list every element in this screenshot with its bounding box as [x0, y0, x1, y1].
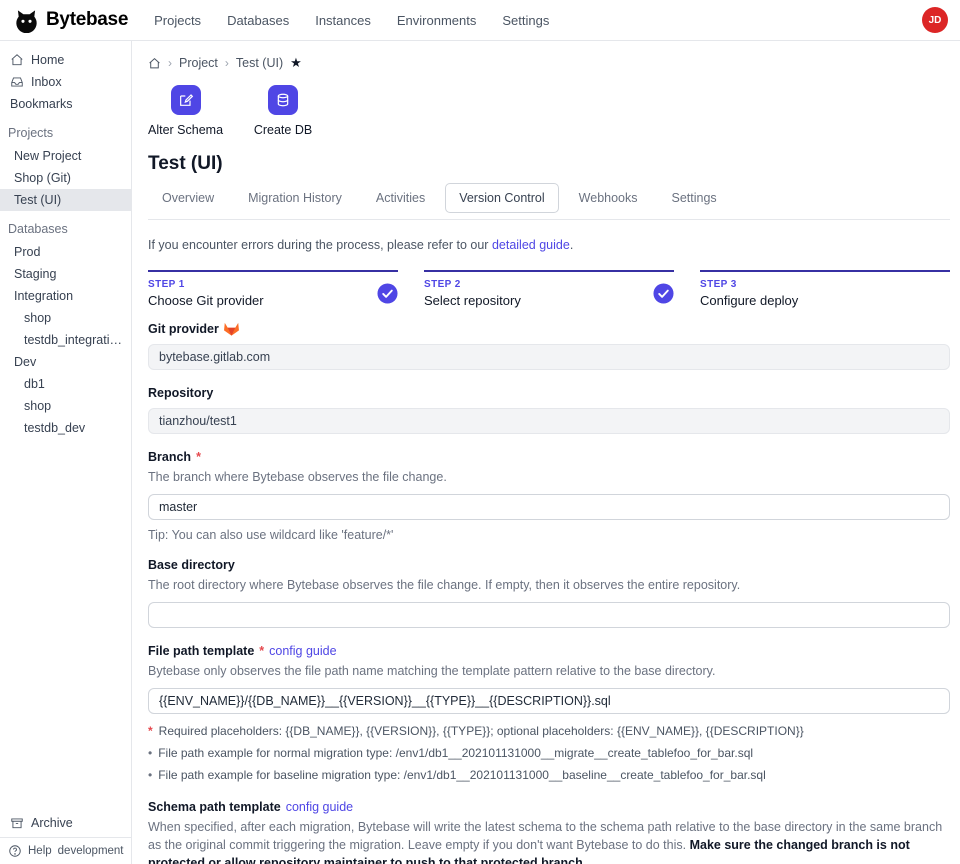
- repository-field: Repository: [148, 386, 950, 434]
- schema-path-template-field: Schema path template config guide When s…: [148, 800, 950, 864]
- branch-input[interactable]: [148, 494, 950, 520]
- required-mark: *: [259, 644, 264, 658]
- sidebar-item-shop-git[interactable]: Shop (Git): [0, 167, 131, 189]
- detailed-guide-link[interactable]: detailed guide: [492, 238, 570, 252]
- sidebar-db-testdb-integration[interactable]: testdb_integration: [0, 329, 131, 351]
- base-directory-label: Base directory: [148, 558, 235, 572]
- base-directory-field: Base directory The root directory where …: [148, 558, 950, 628]
- gitlab-icon: [224, 322, 239, 336]
- sidebar-spacer: [0, 439, 131, 809]
- tab-webhooks[interactable]: Webhooks: [565, 183, 652, 213]
- git-provider-label: Git provider: [148, 322, 950, 336]
- tab-settings[interactable]: Settings: [658, 183, 731, 213]
- sidebar-section-projects[interactable]: Projects: [0, 121, 131, 145]
- nav-settings[interactable]: Settings: [502, 13, 549, 28]
- repository-input: [148, 408, 950, 434]
- nav-instances[interactable]: Instances: [315, 13, 371, 28]
- main-content: › Project › Test (UI) ★ Alter Schema Cre…: [132, 41, 960, 864]
- required-mark: *: [196, 450, 201, 464]
- user-avatar[interactable]: JD: [922, 7, 948, 33]
- schema-path-template-label: Schema path template: [148, 800, 281, 814]
- help-icon: [8, 844, 22, 858]
- sidebar-env-staging[interactable]: Staging: [0, 263, 131, 285]
- branch-tip: Tip: You can also use wildcard like 'fea…: [148, 528, 950, 542]
- breadcrumb-project-link[interactable]: Project: [179, 56, 218, 70]
- sidebar-item-new-project[interactable]: New Project: [0, 145, 131, 167]
- sidebar-item-archive[interactable]: Archive: [0, 809, 131, 837]
- tab-migration-history[interactable]: Migration History: [234, 183, 356, 213]
- step-2-complete-icon: [653, 283, 674, 304]
- nav-environments[interactable]: Environments: [397, 13, 476, 28]
- note-file-path-example-baseline: • File path example for baseline migrati…: [148, 767, 950, 784]
- sidebar-db-shop-integration[interactable]: shop: [0, 307, 131, 329]
- breadcrumb-current[interactable]: Test (UI): [236, 56, 283, 70]
- inbox-icon: [10, 75, 24, 89]
- intro-text: If you encounter errors during the proce…: [148, 238, 950, 252]
- sidebar-db-shop-dev[interactable]: shop: [0, 395, 131, 417]
- brand-name: Bytebase: [46, 9, 128, 31]
- step-1: STEP 1 Choose Git provider: [148, 270, 398, 308]
- base-directory-desc: The root directory where Bytebase observ…: [148, 576, 950, 594]
- tab-overview[interactable]: Overview: [148, 183, 228, 213]
- quick-actions: Alter Schema Create DB: [148, 85, 950, 137]
- top-nav-links: Projects Databases Instances Environment…: [154, 13, 549, 28]
- base-directory-input[interactable]: [148, 602, 950, 628]
- sidebar-item-inbox[interactable]: Inbox: [0, 71, 131, 93]
- file-path-template-label: File path template: [148, 644, 254, 658]
- sidebar-item-bookmarks[interactable]: Bookmarks: [0, 93, 131, 115]
- bytebase-logo[interactable]: Bytebase: [14, 8, 128, 33]
- breadcrumb-home-icon[interactable]: [148, 57, 161, 70]
- top-navbar: Bytebase Projects Databases Instances En…: [0, 0, 960, 41]
- breadcrumb-separator: ›: [225, 56, 229, 70]
- sidebar-env-dev[interactable]: Dev: [0, 351, 131, 373]
- branch-desc: The branch where Bytebase observes the f…: [148, 468, 950, 486]
- file-path-config-guide-link[interactable]: config guide: [269, 644, 336, 658]
- file-path-template-desc: Bytebase only observes the file path nam…: [148, 662, 950, 680]
- git-provider-field: Git provider: [148, 322, 950, 370]
- home-icon: [10, 53, 24, 67]
- sidebar-section-databases[interactable]: Databases: [0, 217, 131, 241]
- note-file-path-example-normal: • File path example for normal migration…: [148, 745, 950, 762]
- tab-activities[interactable]: Activities: [362, 183, 439, 213]
- sidebar-item-home[interactable]: Home: [0, 49, 131, 71]
- sidebar-db-db1[interactable]: db1: [0, 373, 131, 395]
- step-1-complete-icon: [377, 283, 398, 304]
- sidebar-item-test-ui[interactable]: Test (UI): [0, 189, 131, 211]
- schema-path-config-guide-link[interactable]: config guide: [286, 800, 353, 814]
- sidebar-env-prod[interactable]: Prod: [0, 241, 131, 263]
- tab-version-control[interactable]: Version Control: [445, 183, 558, 213]
- bytebase-logo-icon: [14, 8, 39, 33]
- step-indicator: STEP 1 Choose Git provider STEP 2 Select…: [148, 270, 950, 308]
- file-path-template-field: File path template * config guide Byteba…: [148, 644, 950, 784]
- breadcrumb: › Project › Test (UI) ★: [148, 55, 950, 71]
- page-title: Test (UI): [148, 153, 950, 175]
- branch-field: Branch * The branch where Bytebase obser…: [148, 450, 950, 542]
- note-required-placeholders: * Required placeholders: {{DB_NAME}}, {{…: [148, 723, 950, 740]
- sidebar: Home Inbox Bookmarks Projects New Projec…: [0, 41, 132, 864]
- schema-path-template-desc: When specified, after each migration, By…: [148, 818, 950, 864]
- alter-schema-button[interactable]: Alter Schema: [148, 85, 223, 137]
- git-provider-input: [148, 344, 950, 370]
- create-db-button[interactable]: Create DB: [251, 85, 315, 137]
- tab-bar: Overview Migration History Activities Ve…: [148, 183, 950, 220]
- sidebar-db-testdb-dev[interactable]: testdb_dev: [0, 417, 131, 439]
- archive-icon: [10, 816, 24, 830]
- file-path-template-input[interactable]: [148, 688, 950, 714]
- file-path-template-notes: * Required placeholders: {{DB_NAME}}, {{…: [148, 723, 950, 783]
- repository-label: Repository: [148, 386, 213, 400]
- alter-schema-icon: [171, 85, 201, 115]
- step-3: STEP 3 Configure deploy: [700, 270, 950, 308]
- step-2: STEP 2 Select repository: [424, 270, 674, 308]
- breadcrumb-separator: ›: [168, 56, 172, 70]
- favorite-star-icon[interactable]: ★: [290, 55, 302, 71]
- nav-databases[interactable]: Databases: [227, 13, 289, 28]
- branch-label: Branch: [148, 450, 191, 464]
- sidebar-footer: Help development: [0, 837, 131, 864]
- help-label[interactable]: Help: [28, 845, 52, 857]
- nav-projects[interactable]: Projects: [154, 13, 201, 28]
- sidebar-env-integration[interactable]: Integration: [0, 285, 131, 307]
- version-label: development: [58, 845, 124, 857]
- create-db-icon: [268, 85, 298, 115]
